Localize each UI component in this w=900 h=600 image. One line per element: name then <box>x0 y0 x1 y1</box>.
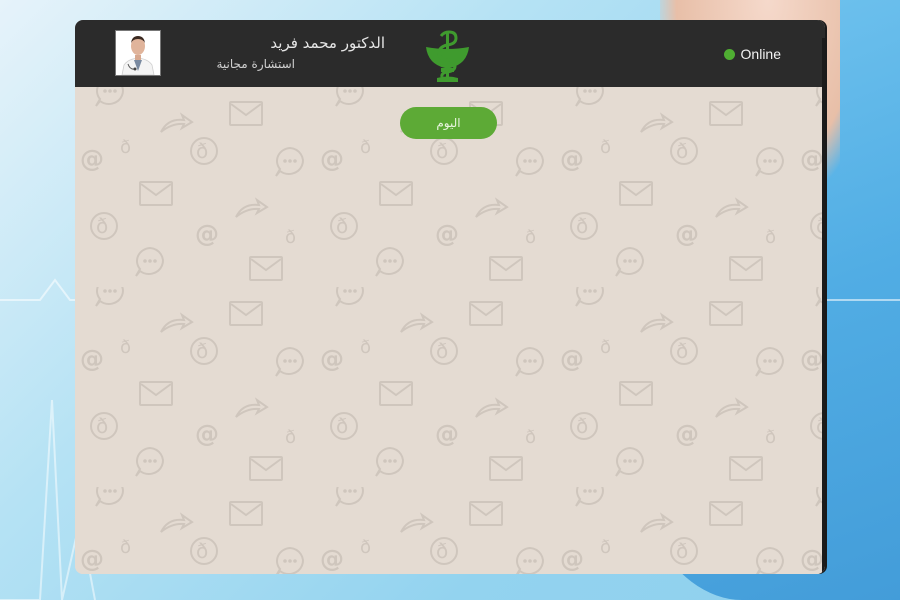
pharmacy-caduceus-icon <box>420 26 475 86</box>
online-dot-icon <box>723 48 735 60</box>
doctor-avatar[interactable] <box>115 30 161 76</box>
chat-header: الدكتور محمد فريد استشارة مجانية Online <box>75 20 825 87</box>
doctor-name: الدكتور محمد فريد <box>270 34 385 52</box>
consultation-subtitle: استشارة مجانية <box>216 57 296 71</box>
status-label: Online <box>740 46 781 62</box>
chat-wallpaper-pattern: @ ð ð <box>75 87 825 574</box>
chat-body: @ ð ð <box>75 87 825 574</box>
date-divider-badge: اليوم <box>400 107 497 139</box>
online-status: Online <box>723 46 781 62</box>
chat-window: الدكتور محمد فريد استشارة مجانية Online <box>75 20 825 574</box>
